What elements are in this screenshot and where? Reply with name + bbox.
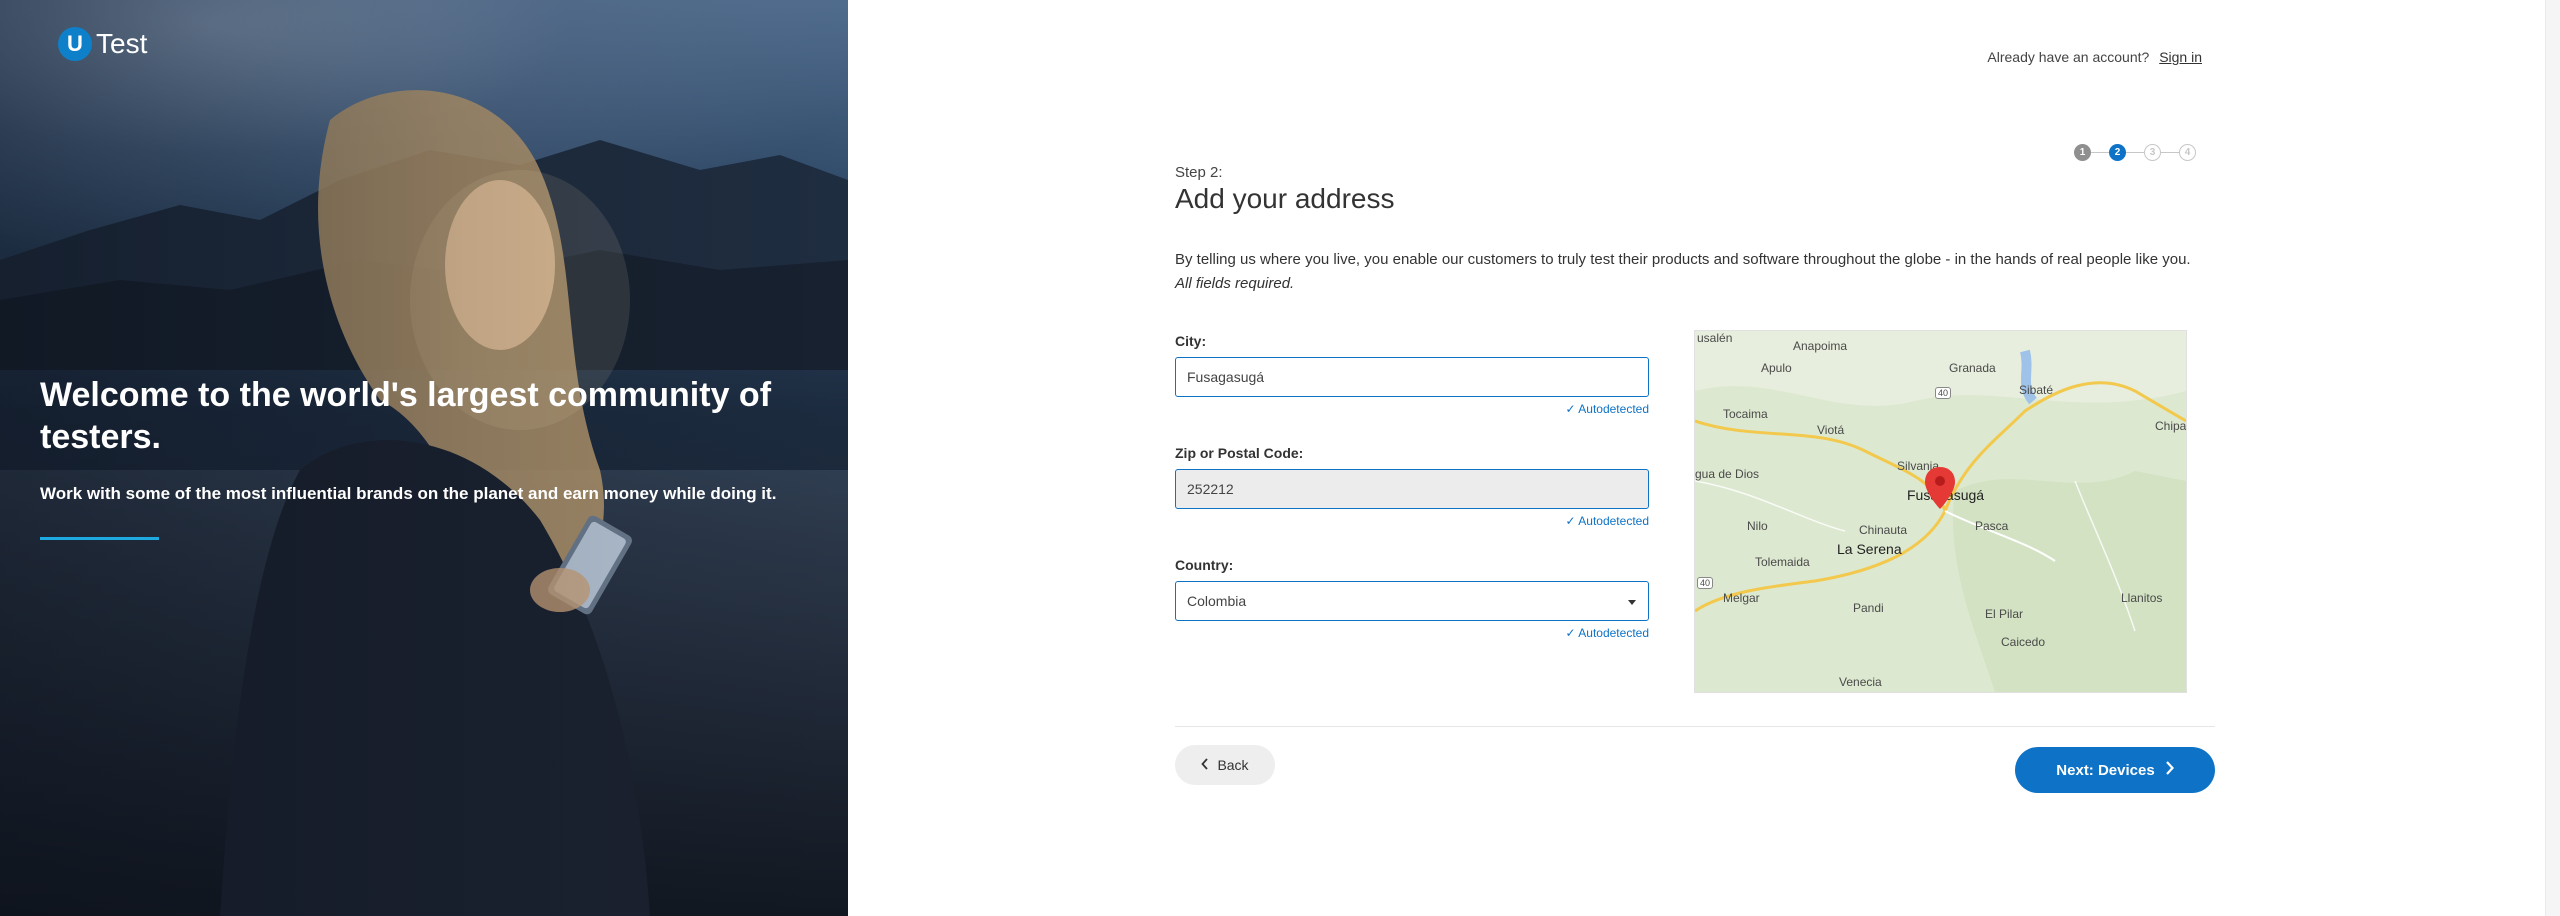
map-label: Caicedo <box>2001 635 2046 649</box>
hero-subtitle: Work with some of the most influential b… <box>40 484 777 503</box>
next-button-label: Next: Devices <box>2056 761 2155 779</box>
map-label: gua de Dios <box>1695 467 1760 481</box>
city-input[interactable]: Fusagasugá <box>1175 357 1649 397</box>
logo-mark: U <box>58 27 92 61</box>
back-button-label: Back <box>1217 757 1249 773</box>
map-label: Anapoima <box>1793 339 1848 353</box>
map-label: Melgar <box>1723 591 1760 605</box>
form-divider <box>1175 726 2215 727</box>
sign-in-link[interactable]: Sign in <box>2159 49 2202 65</box>
map-label: Pandi <box>1853 601 1884 615</box>
hero-shade <box>0 0 848 916</box>
step-connector <box>2091 151 2109 154</box>
zip-label: Zip or Postal Code: <box>1175 445 1304 461</box>
map-road-shield: 40 <box>1935 387 1952 399</box>
back-button[interactable]: Back <box>1175 745 1275 785</box>
map-label: Tolemaida <box>1755 555 1810 569</box>
map-label: Apulo <box>1761 361 1792 375</box>
next-devices-button[interactable]: Next: Devices <box>2015 747 2215 793</box>
step-1: 1 <box>2074 144 2091 161</box>
utest-logo[interactable]: U Test <box>58 27 147 61</box>
hero-panel: U Test Welcome to the world's largest co… <box>0 0 848 916</box>
location-map[interactable]: usalén Anapoima Apulo Granada Sibaté Toc… <box>1694 330 2187 693</box>
map-terrain <box>1695 331 2186 692</box>
chevron-right-icon <box>2165 761 2174 779</box>
logo-text: Test <box>96 28 148 59</box>
country-autodetected-hint: ✓ Autodetected <box>1565 626 1649 640</box>
map-label: Nilo <box>1747 519 1768 533</box>
map-road-shield: 40 <box>1697 577 1714 589</box>
hero-title: Welcome to the world's largest community… <box>40 376 772 456</box>
zip-input[interactable]: 252212 <box>1175 469 1649 509</box>
map-label: La Serena <box>1837 541 1902 557</box>
map-label: Tocaima <box>1723 407 1768 421</box>
city-label: City: <box>1175 333 1207 349</box>
map-label: Viotá <box>1817 423 1845 437</box>
map-label: Venecia <box>1839 675 1882 689</box>
map-label: Pasca <box>1975 519 2009 533</box>
intro-required-note: All fields required. <box>1175 275 1295 292</box>
map-label: Granada <box>1949 361 1996 375</box>
account-prompt-text: Already have an account? <box>1987 49 2150 65</box>
map-pin-icon <box>1925 467 1955 509</box>
chevron-left-icon <box>1201 757 1209 773</box>
dropdown-caret-icon <box>1628 600 1636 605</box>
intro-text: By telling us where you live, you enable… <box>1175 248 2195 296</box>
map-label: Sibaté <box>2019 383 2054 397</box>
step-label: Step 2: <box>1175 164 1223 181</box>
country-select[interactable]: Colombia <box>1175 581 1649 621</box>
step-2: 2 <box>2109 144 2126 161</box>
map-label: Chipa <box>2155 419 2187 433</box>
intro-body: By telling us where you live, you enable… <box>1175 251 2191 268</box>
step-connector <box>2161 151 2179 154</box>
country-label: Country: <box>1175 557 1234 573</box>
map-label: usalén <box>1697 331 1733 345</box>
step-connector <box>2126 151 2144 154</box>
country-selected-value: Colombia <box>1187 593 1247 609</box>
page-scrollbar[interactable] <box>2545 0 2560 916</box>
step-4: 4 <box>2179 144 2196 161</box>
page-title: Add your address <box>1175 183 1395 214</box>
step-3: 3 <box>2144 144 2161 161</box>
map-label: El Pilar <box>1985 607 2024 621</box>
zip-autodetected-hint: ✓ Autodetected <box>1565 514 1649 528</box>
map-label: Chinauta <box>1859 523 1908 537</box>
signin-prompt: Already have an account? Sign in <box>1987 49 2202 65</box>
step-indicator: 1 2 3 4 <box>2074 144 2196 161</box>
map-label: Llanitos <box>2121 591 2163 605</box>
hero-accent-line <box>40 537 159 540</box>
city-autodetected-hint: ✓ Autodetected <box>1565 402 1649 416</box>
